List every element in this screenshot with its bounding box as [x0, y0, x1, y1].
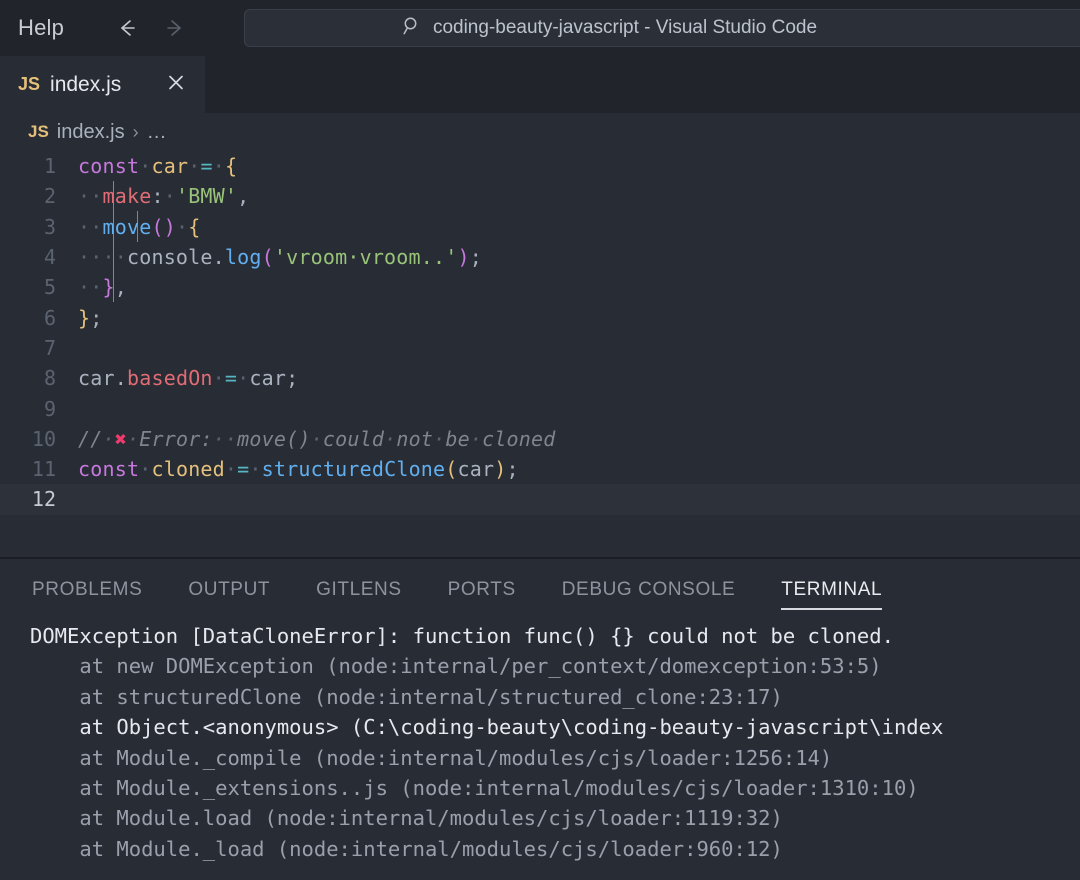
- command-center-search[interactable]: coding-beauty-javascript - Visual Studio…: [244, 9, 1080, 47]
- line-number: 9: [43, 396, 56, 421]
- tab-problems[interactable]: PROBLEMS: [32, 566, 142, 614]
- tab-label: index.js: [50, 72, 122, 96]
- terminal-line: at Module._compile (node:internal/module…: [30, 745, 833, 770]
- code-editor[interactable]: 1 const·car·=·{ 2 ··make:·'BMW', 3 ··mov…: [0, 151, 1080, 557]
- line-content: ····console.log('vroom·vroom..');: [78, 245, 483, 270]
- code-line: 10 //·✖·Error:··move()·could·not·be·clon…: [0, 424, 1080, 454]
- tab-index-js[interactable]: JS index.js: [0, 56, 205, 113]
- line-content: //·✖·Error:··move()·could·not·be·cloned: [78, 426, 556, 451]
- tab-output[interactable]: OUTPUT: [188, 566, 270, 614]
- line-content: ··move()·{: [78, 214, 201, 239]
- breadcrumb[interactable]: JS index.js › …: [0, 113, 1080, 151]
- javascript-file-icon: JS: [28, 122, 49, 141]
- code-line: 5 ··},: [0, 272, 1080, 302]
- line-content: ··make:·'BMW',: [78, 184, 250, 209]
- code-line: 3 ··move()·{: [0, 212, 1080, 242]
- terminal-line: at new DOMException (node:internal/per_c…: [30, 654, 882, 679]
- line-content: ··},: [78, 275, 127, 300]
- code-line: 8 car.basedOn·=·car;: [0, 363, 1080, 393]
- window-title: coding-beauty-javascript - Visual Studio…: [432, 17, 818, 38]
- search-icon: [401, 15, 423, 42]
- line-content: };: [78, 305, 103, 330]
- tab-terminal[interactable]: TERMINAL: [781, 566, 883, 614]
- close-icon[interactable]: [165, 71, 187, 98]
- arrow-right-icon[interactable]: [160, 13, 190, 43]
- line-number: 4: [43, 245, 56, 270]
- line-number: 6: [43, 305, 56, 330]
- tab-gitlens[interactable]: GITLENS: [316, 566, 402, 614]
- terminal-output[interactable]: DOMException [DataCloneError]: function …: [0, 621, 1080, 880]
- editor-tab-bar: JS index.js: [0, 56, 1080, 113]
- code-line: 11 const·cloned·=·structuredClone(car);: [0, 454, 1080, 484]
- nav-arrows: [112, 13, 190, 43]
- terminal-line: DOMException [DataCloneError]: function …: [30, 624, 894, 648]
- line-number: 10: [31, 426, 56, 451]
- vscode-window: Help coding-beauty-javascript - Visual S…: [0, 0, 1080, 880]
- code-line: 6 };: [0, 302, 1080, 332]
- terminal-line: at Object.<anonymous> (C:\coding-beauty\…: [30, 715, 944, 740]
- arrow-left-icon[interactable]: [112, 13, 142, 43]
- code-line: 7: [0, 333, 1080, 363]
- line-content: const·car·=·{: [78, 154, 238, 179]
- chevron-right-icon: ›: [132, 121, 139, 142]
- code-line: 1 const·car·=·{: [0, 151, 1080, 181]
- line-number: 8: [43, 366, 56, 391]
- terminal-line: at structuredClone (node:internal/struct…: [30, 684, 783, 709]
- menu-help[interactable]: Help: [10, 13, 72, 43]
- line-content: car.basedOn·=·car;: [78, 366, 299, 391]
- breadcrumb-file[interactable]: index.js: [57, 121, 125, 144]
- line-number: 2: [43, 184, 56, 209]
- code-line: 4 ····console.log('vroom·vroom..');: [0, 242, 1080, 272]
- javascript-file-icon: JS: [18, 74, 41, 94]
- line-number: 3: [43, 214, 56, 239]
- line-content: const·cloned·=·structuredClone(car);: [78, 457, 519, 482]
- terminal-line: at Module._extensions..js (node:internal…: [30, 775, 919, 800]
- line-number: 1: [43, 154, 56, 179]
- terminal-line: at Module.load (node:internal/modules/cj…: [30, 806, 783, 831]
- line-number: 5: [43, 275, 56, 300]
- tab-ports[interactable]: PORTS: [448, 566, 516, 614]
- breadcrumb-symbol[interactable]: …: [147, 121, 167, 144]
- line-number: 7: [43, 335, 56, 360]
- terminal-line: at Module._load (node:internal/modules/c…: [30, 836, 783, 861]
- code-line: 9: [0, 393, 1080, 423]
- code-line: 2 ··make:·'BMW',: [0, 181, 1080, 211]
- tab-debug-console[interactable]: DEBUG CONSOLE: [562, 566, 736, 614]
- panel-tab-list: PROBLEMS OUTPUT GITLENS PORTS DEBUG CONS…: [0, 559, 1080, 621]
- line-number: 12: [31, 487, 56, 512]
- bottom-panel: PROBLEMS OUTPUT GITLENS PORTS DEBUG CONS…: [0, 559, 1080, 880]
- title-bar: Help coding-beauty-javascript - Visual S…: [0, 0, 1080, 56]
- line-number: 11: [31, 457, 56, 482]
- code-line-active: 12: [0, 484, 1080, 515]
